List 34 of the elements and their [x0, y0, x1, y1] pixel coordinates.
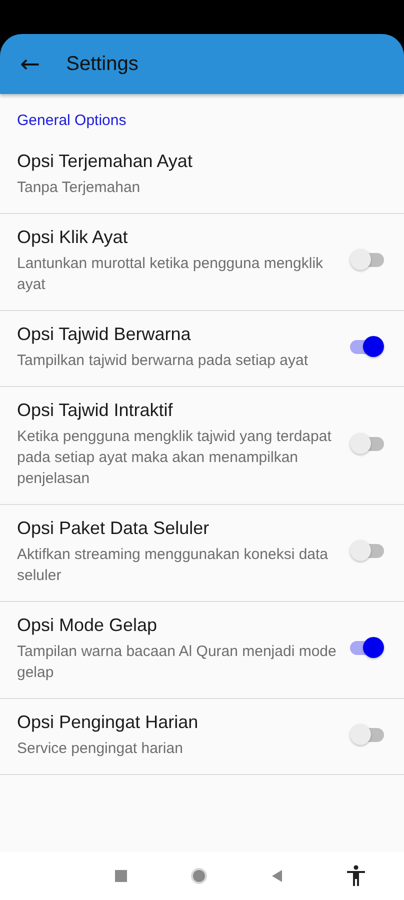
option-summary: Service pengingat harian: [17, 739, 184, 759]
option-title: Opsi Mode Gelap: [17, 614, 158, 637]
option-summary: Ketika pengguna mengklik tajwid yang terdapat pada setiap ayat maka akan menampilkan penjelasan: [17, 427, 332, 489]
back-button[interactable]: ←: [16, 52, 44, 76]
toggle-switch[interactable]: [350, 336, 384, 358]
home-icon[interactable]: [190, 867, 208, 885]
recents-icon[interactable]: [114, 869, 128, 883]
option-title: Opsi Terjemahan Ayat: [17, 150, 192, 173]
settings-row[interactable]: Opsi Paket Data Seluler Aktifkan streaming menggunakan koneksi data seluler: [0, 505, 404, 602]
toggle-switch[interactable]: [350, 724, 384, 746]
option-title: Opsi Tajwid Intraktif: [17, 399, 173, 422]
option-title: Opsi Tajwid Berwarna: [17, 323, 191, 346]
settings-row[interactable]: Opsi Klik Ayat Lantunkan murottal ketika pengguna mengklik ayat: [0, 214, 404, 311]
option-title: Opsi Pengingat Harian: [17, 711, 198, 734]
screen-title: Settings: [66, 52, 138, 76]
option-title: Opsi Paket Data Seluler: [17, 517, 210, 540]
settings-row[interactable]: Opsi Tajwid Intraktif Ketika pengguna mengklik tajwid yang terdapat pada setiap ayat maka akan menampilkan penjelasan: [0, 387, 404, 505]
toggle-switch[interactable]: [350, 432, 384, 454]
accessibility-icon[interactable]: [346, 865, 366, 887]
settings-row[interactable]: Opsi Mode Gelap Tampilan warna bacaan Al Quran menjadi mode gelap: [0, 602, 404, 699]
settings-row[interactable]: Opsi Pengingat Harian Service pengingat harian: [0, 699, 404, 775]
option-summary: Tanpa Terjemahan: [17, 178, 142, 198]
option-summary: Lantunkan murottal ketika pengguna mengklik ayat: [17, 254, 324, 295]
option-title: Opsi Klik Ayat: [17, 226, 128, 249]
section-header: General Options: [16, 111, 128, 131]
toggle-switch[interactable]: [350, 637, 384, 659]
option-summary: Tampilkan tajwid berwarna pada setiap ayat: [17, 351, 309, 371]
settings-row[interactable]: Opsi Tajwid Berwarna Tampilkan tajwid berwarna pada setiap ayat: [0, 311, 404, 387]
toggle-switch[interactable]: [350, 540, 384, 562]
settings-row[interactable]: Opsi Terjemahan Ayat Tanpa Terjemahan: [0, 138, 404, 214]
toggle-switch[interactable]: [350, 249, 384, 271]
option-summary: Aktifkan streaming menggunakan koneksi data seluler: [17, 545, 330, 586]
option-summary: Tampilan warna bacaan Al Quran menjadi mode gelap: [17, 642, 337, 683]
back-icon[interactable]: [270, 869, 284, 883]
